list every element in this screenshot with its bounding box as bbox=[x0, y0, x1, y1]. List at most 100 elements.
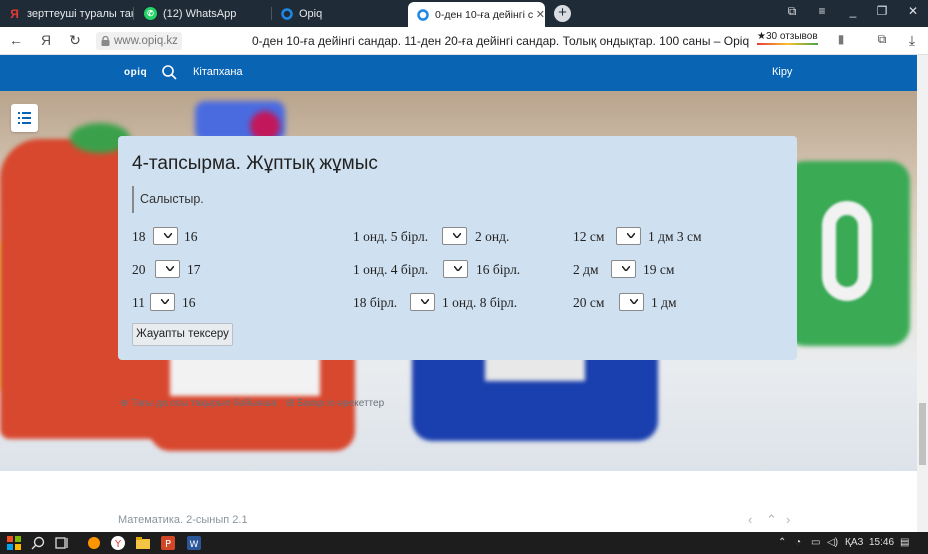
compare-right: 16 бірл. bbox=[476, 262, 521, 277]
compare-left: 18 bbox=[132, 229, 146, 244]
compare-right: 1 онд. 8 бірл. bbox=[442, 295, 518, 310]
close-tab-icon[interactable]: ✕ bbox=[536, 8, 545, 21]
file-explorer-icon[interactable] bbox=[135, 535, 151, 551]
plus-box-icon: ⊞ bbox=[286, 398, 295, 409]
opiq-icon bbox=[416, 8, 429, 21]
compare-select[interactable] bbox=[410, 293, 435, 311]
download-icon[interactable]: ⤓ bbox=[902, 32, 922, 49]
compare-left: 1 онд. 4 бірл. bbox=[353, 262, 429, 277]
tab-yandex[interactable]: Я зерттеуші туралы тақлақ bbox=[0, 0, 133, 27]
exercise-title: 4-тапсырма. Жұптық жұмыс bbox=[132, 153, 378, 174]
compare-right: 16 bbox=[182, 295, 196, 310]
menu-icon[interactable]: ≡ bbox=[812, 4, 832, 18]
exercise-instruction: Салыстыр. bbox=[132, 186, 204, 213]
compare-right: 2 онд. bbox=[475, 229, 510, 244]
library-link[interactable]: Кітапхана bbox=[193, 66, 243, 78]
battery-icon[interactable]: ▭ bbox=[811, 537, 820, 548]
windows-taskbar: Y P W ⌃ ◔ ▭ ◁) ҚАЗ 15:46 ▤ bbox=[0, 532, 928, 554]
clock[interactable]: 15:46 bbox=[869, 537, 894, 548]
chevron-down-icon bbox=[454, 266, 462, 271]
back-arrow-icon[interactable]: ← bbox=[6, 32, 26, 48]
prev-page-icon[interactable]: ‹ bbox=[748, 512, 752, 527]
reviews-badge[interactable]: ★30 отзывов bbox=[757, 31, 818, 45]
bookmark-icon[interactable]: ▮ bbox=[831, 32, 851, 46]
compare-select[interactable] bbox=[153, 227, 178, 245]
tab-whatsapp[interactable]: ✆ (12) WhatsApp bbox=[136, 0, 270, 27]
more-on-topic-link[interactable]: ⊕ Тағы да осы тақырып бойынша bbox=[120, 398, 276, 409]
chevron-down-icon bbox=[630, 299, 638, 304]
new-tab-button[interactable]: + bbox=[554, 5, 571, 22]
powerpoint-icon[interactable]: P bbox=[160, 535, 176, 551]
up-page-icon[interactable]: ⌃ bbox=[766, 512, 777, 528]
tab-label: 0-ден 10-ға дейінгі сан bbox=[435, 8, 533, 21]
windows-start-icon[interactable] bbox=[6, 535, 22, 551]
reload-icon[interactable]: ↻ bbox=[65, 32, 85, 49]
url-field[interactable]: www.opiq.kz bbox=[96, 32, 182, 50]
opiq-logo[interactable]: opiq bbox=[124, 67, 147, 78]
compare-right: 1 дм 3 см bbox=[648, 229, 702, 244]
other-activities-label: Басқа іс-әрекеттер bbox=[297, 398, 385, 409]
yandex-browser-icon[interactable]: Y bbox=[110, 535, 126, 551]
chevron-down-icon bbox=[164, 233, 172, 238]
tab-active-lesson[interactable]: 0-ден 10-ға дейінгі сан ✕ bbox=[408, 2, 545, 27]
chevron-down-icon bbox=[166, 266, 174, 271]
compare-select[interactable] bbox=[611, 260, 636, 278]
scrollbar-thumb[interactable] bbox=[919, 403, 926, 465]
site-header: opiq Кітапхана Кіру bbox=[0, 55, 917, 91]
chevron-down-icon bbox=[453, 233, 461, 238]
eye-icon: ⊕ bbox=[120, 398, 129, 409]
compare-select[interactable] bbox=[150, 293, 175, 311]
word-icon[interactable]: W bbox=[186, 535, 202, 551]
tab-opiq[interactable]: Opiq bbox=[272, 0, 406, 27]
language-indicator[interactable]: ҚАЗ bbox=[845, 537, 863, 548]
compare-left: 1 онд. 5 бірл. bbox=[353, 229, 429, 244]
url-text: www.opiq.kz bbox=[114, 35, 178, 47]
notifications-icon[interactable]: ▤ bbox=[900, 537, 909, 548]
minimize-icon[interactable]: _ bbox=[843, 4, 863, 18]
whatsapp-icon: ✆ bbox=[144, 7, 157, 20]
compare-right: 1 дм bbox=[651, 295, 677, 310]
svg-text:P: P bbox=[165, 539, 171, 550]
other-activities-link[interactable]: ⊞ Басқа іс-әрекеттер bbox=[286, 398, 384, 409]
table-of-contents-button[interactable] bbox=[11, 104, 38, 132]
search-icon[interactable] bbox=[30, 535, 46, 551]
compare-right: 17 bbox=[187, 262, 201, 277]
network-icon[interactable]: ◔ bbox=[795, 537, 801, 548]
compare-select[interactable] bbox=[155, 260, 180, 278]
address-bar: ← Я ↻ www.opiq.kz 0-ден 10-ға дейінгі са… bbox=[0, 27, 928, 55]
chevron-down-icon bbox=[421, 299, 429, 304]
firefox-icon[interactable] bbox=[86, 535, 102, 551]
yandex-home-icon[interactable]: Я bbox=[36, 32, 56, 48]
compare-left: 11 bbox=[132, 295, 145, 310]
chevron-down-icon bbox=[627, 233, 635, 238]
next-page-icon[interactable]: › bbox=[786, 512, 790, 527]
extensions-icon[interactable]: ⧉ bbox=[872, 32, 892, 47]
close-window-icon[interactable]: ✕ bbox=[903, 4, 923, 18]
browser-tab-bar: Я зерттеуші туралы тақлақ ✆ (12) WhatsAp… bbox=[0, 0, 928, 27]
breadcrumb[interactable]: Математика. 2-сынып 2.1 bbox=[118, 514, 248, 526]
volume-icon[interactable]: ◁) bbox=[827, 537, 838, 548]
tray-chevron-icon[interactable]: ⌃ bbox=[778, 537, 786, 548]
opiq-icon bbox=[280, 7, 293, 20]
compare-select[interactable] bbox=[443, 260, 468, 278]
svg-text:W: W bbox=[190, 540, 199, 550]
compare-right: 19 см bbox=[643, 262, 675, 277]
restore-icon[interactable]: ❐ bbox=[872, 4, 892, 18]
svg-text:Y: Y bbox=[114, 539, 122, 550]
compare-select[interactable] bbox=[616, 227, 641, 245]
tab-label: зерттеуші туралы тақлақ bbox=[27, 7, 133, 20]
compare-left: 20 см bbox=[573, 295, 605, 310]
check-answer-button[interactable]: Жауапты тексеру bbox=[132, 323, 233, 346]
tabs-icon[interactable]: ⧉ bbox=[782, 4, 802, 19]
compare-select[interactable] bbox=[442, 227, 467, 245]
chevron-down-icon bbox=[161, 299, 169, 304]
task-view-icon[interactable] bbox=[54, 535, 70, 551]
login-link[interactable]: Кіру bbox=[772, 66, 792, 78]
list-icon bbox=[18, 112, 31, 124]
compare-left: 2 дм bbox=[573, 262, 599, 277]
tab-label: Opiq bbox=[299, 7, 323, 20]
search-icon[interactable] bbox=[162, 65, 177, 80]
lock-icon bbox=[101, 36, 110, 46]
compare-select[interactable] bbox=[619, 293, 644, 311]
more-on-topic-label: Тағы да осы тақырып бойынша bbox=[131, 398, 277, 409]
